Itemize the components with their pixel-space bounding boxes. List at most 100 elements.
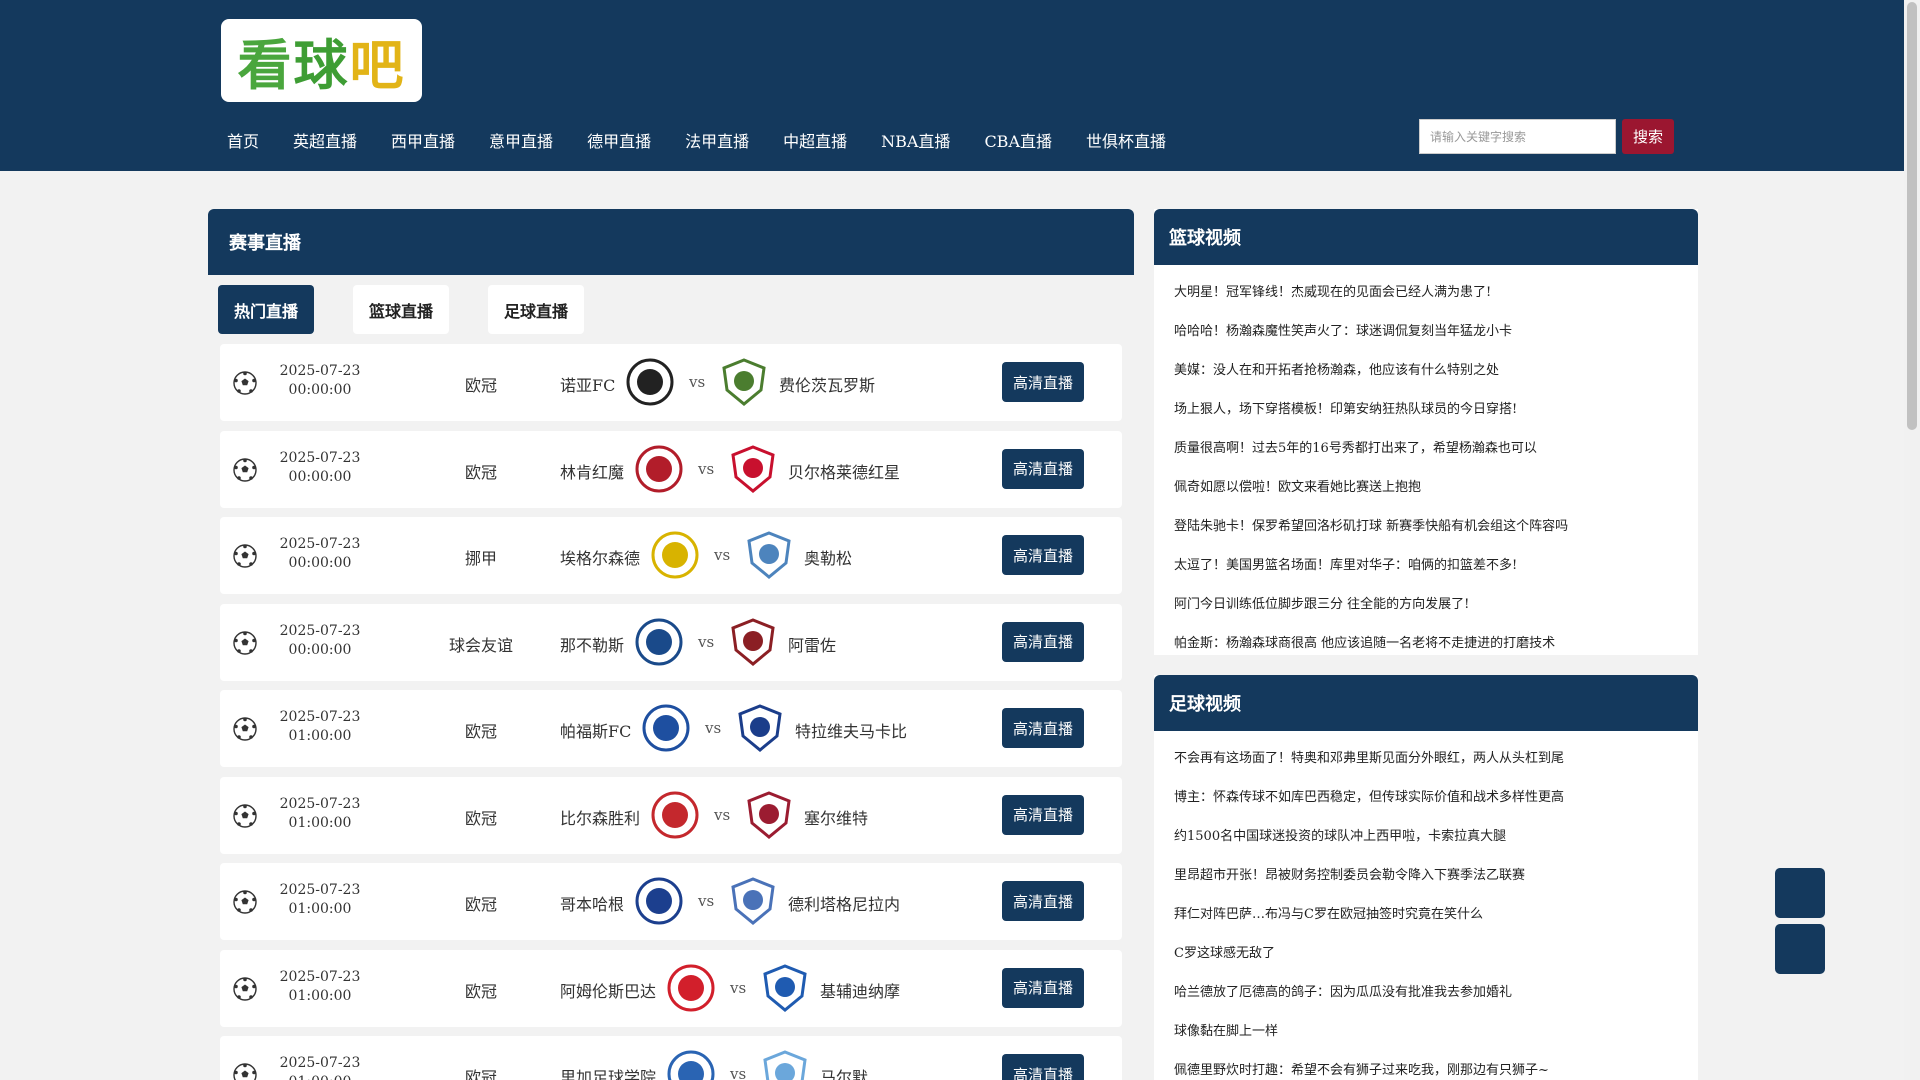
home-team-name: 诺亚FC	[560, 376, 616, 395]
tab-basketball-live[interactable]: 篮球直播	[353, 285, 449, 334]
basketball-video-item[interactable]: 质量很高啊！过去5年的16号秀都打出来了，希望杨瀚森也可以	[1174, 429, 1698, 468]
search-input[interactable]	[1419, 119, 1616, 154]
hd-live-button[interactable]: 高清直播	[1002, 621, 1084, 662]
match-date: 2025-07-23	[279, 622, 361, 639]
basketball-video-item[interactable]: 美媒：没人在和开拓者抢杨瀚森，他应该有什么特别之处	[1174, 351, 1698, 390]
hd-live-button[interactable]: 高清直播	[1002, 708, 1084, 748]
football-video-item[interactable]: C罗这球感无敌了	[1174, 934, 1698, 973]
match-row[interactable]: 2025-07-23 01:00:00 欧冠 比尔森胜利 vs 塞尔维特 高清直播	[220, 776, 1122, 854]
match-row[interactable]: 2025-07-23 01:00:00 欧冠 里加足球学院 vs 马尔默 高清直播	[220, 1036, 1122, 1080]
match-league: 欧冠	[464, 981, 497, 1001]
nav-csl[interactable]: 中超直播	[766, 118, 864, 160]
basketball-video-item[interactable]: 佩奇如愿以偿啦！欧文来看她比赛送上抱抱	[1174, 468, 1698, 507]
away-team-logo-icon	[722, 358, 766, 406]
match-row[interactable]: 2025-07-23 00:00:00 球会友谊 那不勒斯 vs 阿雷佐 高清直播	[220, 603, 1122, 681]
versus-label: vs	[730, 978, 747, 997]
hd-live-button[interactable]: 高清直播	[1002, 967, 1084, 1008]
scrollbar-thumb[interactable]	[1907, 2, 1917, 430]
basketball-video-item[interactable]: 帕金斯：杨瀚森球商很高 他应该追随一名老将不走捷进的打磨技术	[1174, 624, 1698, 663]
live-panel-header: 赛事直播	[208, 209, 1134, 275]
match-time: 01:00:00	[288, 814, 352, 831]
match-datetime: 2025-07-23 01:00:00	[260, 708, 380, 746]
nav-ligue-1[interactable]: 法甲直播	[668, 118, 766, 160]
match-row[interactable]: 2025-07-23 01:00:00 欧冠 帕福斯FC vs 特拉维夫马卡比 高清直播	[220, 690, 1122, 767]
basketball-video-item[interactable]: 哈哈哈！杨瀚森魔性笑声火了：球迷调侃复刻当年猛龙小卡	[1174, 312, 1698, 351]
float-button-bottom[interactable]	[1775, 924, 1825, 974]
page-scrollbar[interactable]	[1904, 0, 1920, 1080]
hd-live-button[interactable]: 高清直播	[1002, 535, 1084, 575]
match-league: 欧冠	[464, 808, 497, 828]
match-league: 欧冠	[464, 462, 497, 482]
basketball-video-item[interactable]: 太逗了！美国男篮名场面！库里对华子：咱俩的扣篮差不多!	[1174, 546, 1698, 585]
tab-football-live[interactable]: 足球直播	[488, 285, 584, 334]
basketball-video-item[interactable]: 阿门今日训练低位脚步跟三分 往全能的方向发展了!	[1174, 585, 1698, 624]
away-team-logo-icon	[731, 877, 775, 925]
football-video-item[interactable]: 里昂超市开张！昂被财务控制委员会勒令降入下赛季法乙联赛	[1174, 856, 1698, 895]
match-row[interactable]: 2025-07-23 00:00:00 欧冠 林肯红魔 vs 贝尔格莱德红星 高清直播	[220, 430, 1122, 508]
nav-cba[interactable]: CBA直播	[967, 118, 1069, 160]
football-video-item[interactable]: 博主：怀森传球不如库巴西稳定，但传球实际价值和战术多样性更高	[1174, 778, 1698, 817]
match-league: 欧冠	[464, 376, 497, 395]
match-date: 2025-07-23	[279, 709, 361, 725]
match-date: 2025-07-23	[279, 363, 361, 379]
nav-la-liga[interactable]: 西甲直播	[374, 118, 472, 160]
match-date: 2025-07-23	[279, 968, 361, 985]
away-team-name: 马尔默	[820, 1068, 869, 1080]
football-video-item[interactable]: 球像黏在脚上一样	[1174, 1012, 1698, 1051]
hd-live-button[interactable]: 高清直播	[1002, 448, 1084, 489]
hd-live-button[interactable]: 高清直播	[1002, 881, 1084, 921]
match-row[interactable]: 2025-07-23 00:00:00 挪甲 埃格尔森德 vs 奥勒松 高清直播	[220, 517, 1122, 594]
float-button-top[interactable]	[1775, 868, 1825, 918]
football-video-item[interactable]: 约1500名中国球迷投资的球队冲上西甲啦，卡索拉真大腿	[1174, 817, 1698, 856]
versus-label: vs	[689, 373, 706, 391]
football-video-item[interactable]: 佩德里野炊时打趣：希望不会有狮子过来吃我，刚那边有只狮子~	[1174, 1051, 1698, 1080]
hd-live-button[interactable]: 高清直播	[1002, 794, 1084, 835]
basketball-video-item[interactable]: 登陆朱驰卡！保罗希望回洛杉矶打球 新赛季快船有机会组这个阵容吗	[1174, 507, 1698, 546]
match-time: 00:00:00	[288, 468, 352, 485]
home-team-logo-icon	[667, 1050, 715, 1080]
away-team-logo-icon	[731, 617, 775, 666]
nav-premier-league[interactable]: 英超直播	[276, 118, 374, 160]
match-league: 欧冠	[464, 722, 497, 741]
soccer-ball-icon	[233, 1063, 257, 1080]
football-video-item[interactable]: 哈兰德放了厄德高的鸽子：因为瓜瓜没有批准我去参加婚礼	[1174, 973, 1698, 1012]
tab-hot-live[interactable]: 热门直播	[218, 285, 314, 334]
versus-label: vs	[714, 546, 731, 564]
home-team-name: 哥本哈根	[560, 895, 625, 914]
nav-bundesliga[interactable]: 德甲直播	[570, 118, 668, 160]
match-row[interactable]: 2025-07-23 00:00:00 欧冠 诺亚FC vs 费伦茨瓦罗斯 高清直播	[220, 344, 1122, 421]
match-row[interactable]: 2025-07-23 01:00:00 欧冠 阿姆伦斯巴达 vs 基辅迪纳摩 高清直播	[220, 949, 1122, 1027]
basketball-video-list: 大明星！冠军锋线！杰威现在的见面会已经人满为患了! 哈哈哈！杨瀚森魔性笑声火了：球…	[1154, 265, 1698, 663]
site-logo[interactable]: 看球吧	[221, 19, 422, 102]
nav-nba[interactable]: NBA直播	[864, 118, 967, 160]
hd-live-button[interactable]: 高清直播	[1002, 362, 1084, 402]
football-video-item[interactable]: 拜仁对阵巴萨…布冯与C罗在欧冠抽签时究竟在笑什么	[1174, 895, 1698, 934]
basketball-video-item[interactable]: 场上狠人，场下穿搭模板！印第安纳狂热队球员的今日穿搭!	[1174, 390, 1698, 429]
match-row[interactable]: 2025-07-23 01:00:00 欧冠 哥本哈根 vs 德利塔格尼拉内 高清直播	[220, 863, 1122, 940]
match-time: 01:00:00	[260, 1073, 380, 1080]
versus-label: vs	[730, 1065, 747, 1080]
away-team-logo-icon	[747, 531, 791, 579]
versus-label: vs	[714, 805, 731, 824]
soccer-ball-icon	[233, 630, 257, 655]
basketball-video-item[interactable]: 大明星！冠军锋线！杰威现在的见面会已经人满为患了!	[1174, 273, 1698, 312]
home-team-logo-icon	[667, 964, 715, 1011]
football-video-item[interactable]: 不会再有这场面了！特奥和邓弗里斯见面分外眼红，两人从头杠到尾	[1174, 739, 1698, 778]
away-team-name: 奥勒松	[804, 549, 853, 568]
hd-live-button[interactable]: 高清直播	[1002, 1054, 1084, 1080]
versus-label: vs	[698, 632, 715, 651]
match-league: 球会友谊	[448, 635, 513, 655]
match-date: 2025-07-23	[279, 795, 361, 812]
match-date: 2025-07-23	[279, 882, 361, 898]
nav-serie-a[interactable]: 意甲直播	[472, 118, 570, 160]
match-time: 00:00:00	[288, 555, 352, 571]
match-date: 2025-07-23	[279, 536, 361, 552]
away-team-name: 基辅迪纳摩	[820, 981, 901, 1001]
nav-home[interactable]: 首页	[210, 118, 276, 160]
versus-label: vs	[698, 892, 715, 910]
live-panel: 赛事直播 热门直播 篮球直播 足球直播 2025-07-23 00:00:00 欧冠…	[208, 209, 1134, 1080]
search-button[interactable]: 搜索	[1622, 119, 1674, 154]
nav-club-world-cup[interactable]: 世俱杯直播	[1069, 118, 1183, 160]
soccer-ball-icon	[233, 371, 257, 395]
match-league: 挪甲	[464, 549, 497, 568]
